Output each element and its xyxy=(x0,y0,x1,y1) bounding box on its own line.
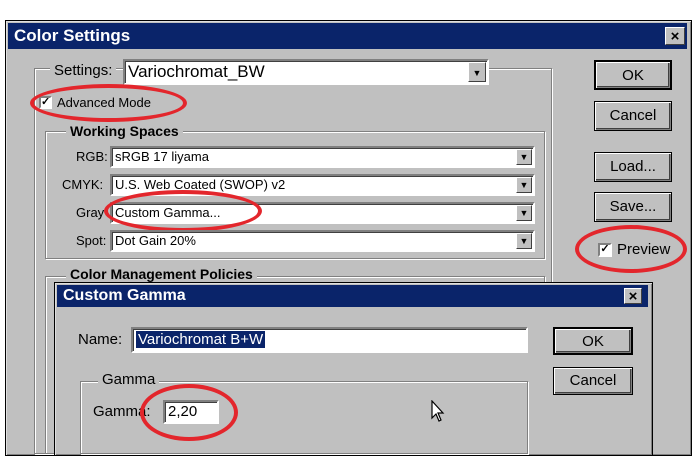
ok-button[interactable]: OK xyxy=(594,60,672,90)
rgb-value: sRGB 17 liyama xyxy=(115,149,209,164)
close-icon: × xyxy=(670,28,680,45)
gamma-group-title: Gamma xyxy=(98,371,160,388)
rgb-dropdown[interactable]: sRGB 17 liyama ▼ xyxy=(110,146,535,168)
dialog-close-button[interactable]: × xyxy=(624,288,642,304)
rgb-label: RGB: xyxy=(76,149,108,164)
advanced-mode-checkbox[interactable]: ✓ xyxy=(39,96,52,109)
close-button[interactable]: × xyxy=(665,27,685,45)
spot-dropdown[interactable]: Dot Gain 20% ▼ xyxy=(110,230,535,252)
gamma-value: 2,20 xyxy=(168,403,198,420)
name-input[interactable]: Variochromat B+W xyxy=(131,327,528,353)
gamma-input[interactable]: 2,20 xyxy=(163,400,219,424)
chevron-down-icon[interactable]: ▼ xyxy=(516,149,532,165)
preview-label[interactable]: Preview xyxy=(617,241,670,258)
save-button[interactable]: Save... xyxy=(594,192,672,222)
spot-value: Dot Gain 20% xyxy=(115,233,196,248)
chevron-down-icon[interactable]: ▼ xyxy=(468,62,486,82)
advanced-mode-label[interactable]: Advanced Mode xyxy=(57,95,151,110)
load-button[interactable]: Load... xyxy=(594,152,672,182)
working-spaces-title: Working Spaces xyxy=(66,123,183,139)
spot-label: Spot: xyxy=(76,233,107,248)
dialog-cancel-button[interactable]: Cancel xyxy=(553,367,633,395)
name-value: Variochromat B+W xyxy=(136,331,266,348)
cmyk-dropdown[interactable]: U.S. Web Coated (SWOP) v2 ▼ xyxy=(110,174,535,196)
settings-dropdown[interactable]: Variochromat_BW ▼ xyxy=(123,59,489,85)
settings-value: Variochromat_BW xyxy=(128,62,265,81)
gray-dropdown[interactable]: Custom Gamma... ▼ xyxy=(110,202,535,224)
chevron-down-icon[interactable]: ▼ xyxy=(516,177,532,193)
preview-checkbox[interactable]: ✓ xyxy=(598,243,612,257)
dialog-ok-button[interactable]: OK xyxy=(553,327,633,355)
cancel-button[interactable]: Cancel xyxy=(594,101,672,131)
check-icon: ✓ xyxy=(41,96,51,108)
close-icon: × xyxy=(628,288,638,305)
gamma-label: Gamma: xyxy=(93,403,151,420)
settings-label: Settings: xyxy=(50,62,117,79)
name-label: Name: xyxy=(78,331,123,348)
window-title: Color Settings xyxy=(14,26,131,45)
custom-gamma-titlebar: Custom Gamma xyxy=(57,285,648,307)
mouse-cursor-icon xyxy=(431,400,445,422)
policies-title: Color Management Policies xyxy=(66,266,257,282)
gray-label: Gray xyxy=(76,205,105,220)
cmyk-value: U.S. Web Coated (SWOP) v2 xyxy=(115,177,286,192)
chevron-down-icon[interactable]: ▼ xyxy=(516,233,532,249)
cmyk-label: CMYK: xyxy=(62,177,104,192)
gray-value: Custom Gamma... xyxy=(115,205,221,220)
dialog-title: Custom Gamma xyxy=(63,287,186,304)
color-settings-titlebar: Color Settings xyxy=(8,23,687,49)
chevron-down-icon[interactable]: ▼ xyxy=(516,205,532,221)
check-icon: ✓ xyxy=(600,243,610,255)
